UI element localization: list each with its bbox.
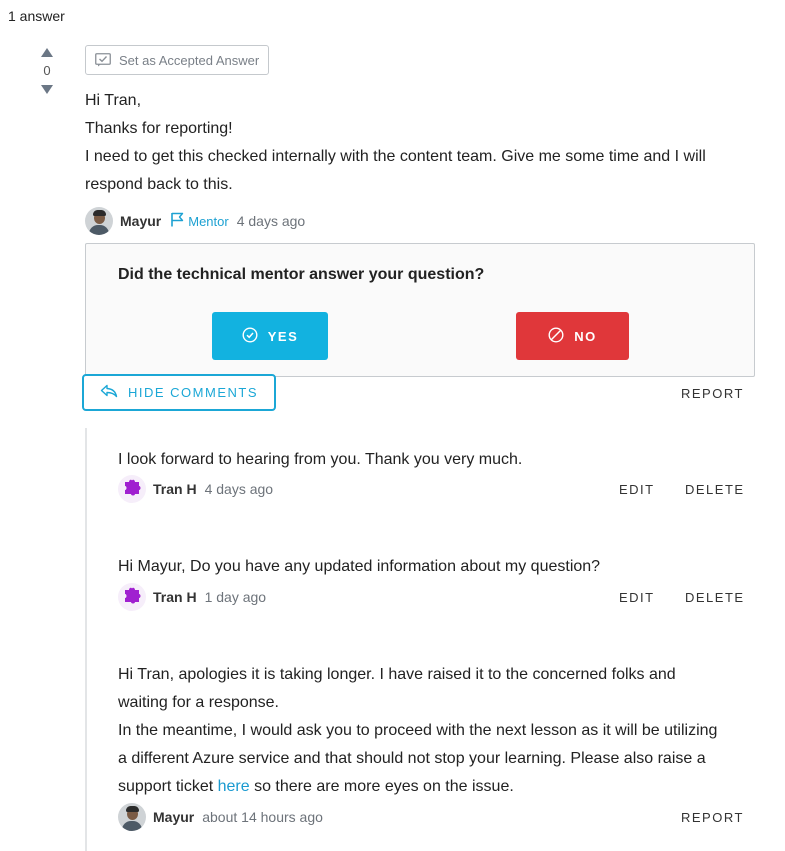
comment-meta: Tran H 1 day ago [118, 583, 266, 611]
no-button[interactable]: NO [516, 312, 629, 360]
comment-timestamp: 1 day ago [204, 589, 267, 605]
comment-line: support ticket here so there are more ey… [118, 773, 758, 801]
answer-line: respond back to this. [85, 176, 233, 193]
comment-author[interactable]: Tran H [153, 481, 197, 497]
comment-timestamp: 4 days ago [204, 481, 274, 497]
answer-timestamp: 4 days ago [236, 213, 306, 229]
comment-text-segment: support ticket [118, 778, 218, 795]
comment-meta: Tran H 4 days ago [118, 475, 273, 503]
puzzle-icon [122, 478, 142, 501]
support-ticket-link[interactable]: here [218, 778, 250, 795]
comment-line: In the meantime, I would ask you to proc… [118, 722, 718, 739]
comment-author[interactable]: Tran H [153, 589, 197, 605]
comment-meta: Mayur about 14 hours ago [118, 803, 323, 831]
check-circle-icon [242, 326, 258, 346]
comment-author[interactable]: Mayur [153, 809, 194, 825]
report-answer-link[interactable]: REPORT [681, 386, 744, 401]
answer-line: Hi Tran, [85, 92, 142, 109]
set-accepted-answer-label: Set as Accepted Answer [119, 52, 260, 68]
avatar[interactable] [85, 207, 113, 235]
mentor-feedback-question: Did the technical mentor answer your que… [118, 266, 485, 283]
flag-icon [170, 212, 184, 230]
downvote-arrow-icon[interactable] [41, 85, 53, 94]
answer-line: Thanks for reporting! [85, 120, 233, 137]
no-label: NO [574, 328, 597, 344]
edit-comment-link[interactable]: EDIT [619, 590, 655, 605]
set-accepted-answer-button[interactable]: Set as Accepted Answer [85, 45, 270, 75]
reply-arrow-icon [100, 384, 118, 401]
comment-text: I look forward to hearing from you. Than… [118, 451, 523, 468]
answers-count: 1 answer [8, 8, 65, 24]
mentor-label: Mentor [188, 213, 229, 229]
puzzle-icon [122, 586, 142, 609]
yes-button[interactable]: YES [212, 312, 328, 360]
answer-author[interactable]: Mayur [120, 213, 161, 229]
delete-comment-link[interactable]: DELETE [685, 590, 745, 605]
upvote-arrow-icon[interactable] [41, 48, 53, 57]
comments-thread-line [85, 428, 87, 851]
mentor-badge: Mentor [170, 212, 229, 230]
avatar[interactable] [118, 475, 146, 503]
vote-controls: 0 [38, 48, 56, 94]
comment-timestamp: about 14 hours ago [202, 809, 323, 825]
comment-line: waiting for a response. [118, 694, 279, 711]
answer-line: I need to get this checked internally wi… [85, 148, 706, 165]
answer-body: Hi Tran, Thanks for reporting! I need to… [85, 87, 755, 199]
vote-count: 0 [43, 63, 51, 78]
accept-check-icon [95, 53, 111, 67]
edit-comment-link[interactable]: EDIT [619, 482, 655, 497]
hide-comments-label: HIDE COMMENTS [128, 385, 258, 400]
comment-line: a different Azure service and that shoul… [118, 750, 706, 767]
comment-line: Hi Tran, apologies it is taking longer. … [118, 666, 676, 683]
avatar[interactable] [118, 583, 146, 611]
comment-text: Hi Tran, apologies it is taking longer. … [118, 661, 758, 801]
hide-comments-button[interactable]: HIDE COMMENTS [82, 374, 276, 411]
yes-label: YES [267, 328, 299, 344]
avatar[interactable] [118, 803, 146, 831]
comment-text-segment: so there are more eyes on the issue. [249, 778, 514, 795]
delete-comment-link[interactable]: DELETE [685, 482, 745, 497]
answer-meta: Mayur Mentor 4 days ago [85, 207, 305, 235]
report-comment-link[interactable]: REPORT [681, 810, 744, 825]
mentor-feedback-box: Did the technical mentor answer your que… [85, 243, 755, 377]
ban-icon [548, 326, 564, 346]
comment-text: Hi Mayur, Do you have any updated inform… [118, 558, 601, 575]
